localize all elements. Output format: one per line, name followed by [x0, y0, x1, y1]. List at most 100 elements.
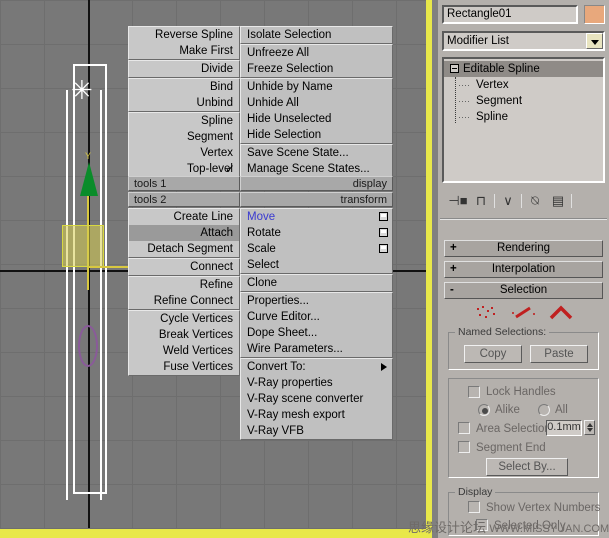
show-vertex-numbers-checkbox[interactable] — [468, 501, 480, 513]
show-end-result-icon[interactable]: ⊓ — [471, 192, 491, 210]
quad-menu-display-column[interactable]: Isolate Selection Unfreeze AllFreeze Sele… — [240, 26, 393, 178]
configure-modifier-sets-icon[interactable]: ▤ — [548, 192, 568, 210]
alike-radio[interactable] — [478, 404, 490, 416]
stack-item-vertex[interactable]: ····Vertex — [444, 77, 603, 93]
move-gizmo-arrow-y[interactable] — [80, 162, 98, 196]
quad-menu-item-move[interactable]: Move — [241, 209, 392, 225]
grid-line-horizontal — [0, 440, 432, 441]
quad-menu-item-label: Divide — [201, 63, 233, 75]
all-radio[interactable] — [538, 404, 550, 416]
selection-region-box — [62, 225, 104, 267]
quad-menu-item-unfreeze-all[interactable]: Unfreeze All — [241, 45, 392, 61]
area-selection-spinner[interactable] — [584, 420, 595, 435]
area-selection-checkbox[interactable] — [458, 422, 470, 434]
quad-menu-item-v-ray-mesh-export[interactable]: V-Ray mesh export — [241, 407, 392, 423]
quad-menu-item-unbind[interactable]: Unbind — [129, 95, 239, 111]
quad-menu-item-properties[interactable]: Properties... — [241, 293, 392, 309]
quad-menu-item-refine[interactable]: Refine — [129, 277, 239, 293]
copy-named-selection-button[interactable]: Copy — [464, 345, 522, 363]
settings-dialog-icon[interactable] — [379, 212, 388, 221]
quad-menu-item-top-level[interactable]: Top-level✓ — [129, 161, 239, 177]
quad-menu-item-break-vertices[interactable]: Break Vertices — [129, 327, 239, 343]
quad-menu-item-vertex[interactable]: Vertex — [129, 145, 239, 161]
quad-menu-transform-column[interactable]: MoveRotateScaleSelectCloneProperties...C… — [240, 208, 393, 440]
command-panel[interactable]: Rectangle01 Modifier List Editable Splin… — [438, 0, 609, 538]
quad-menu-item-hide-unselected[interactable]: Hide Unselected — [241, 111, 392, 127]
quad-menu-item-spline[interactable]: Spline — [129, 113, 239, 129]
quad-menu-item-label: V-Ray mesh export — [247, 409, 345, 421]
stack-item-segment[interactable]: ····Segment — [444, 93, 603, 109]
quad-menu-item-v-ray-vfb[interactable]: V-Ray VFB — [241, 423, 392, 439]
quad-menu-item-rotate[interactable]: Rotate — [241, 225, 392, 241]
modifier-list-dropdown[interactable]: Modifier List — [442, 31, 605, 51]
quad-menu-item-hide-selection[interactable]: Hide Selection — [241, 127, 392, 143]
quad-menu-item-fuse-vertices[interactable]: Fuse Vertices — [129, 359, 239, 375]
rollout-selection-toggle[interactable]: - — [450, 283, 454, 298]
rollout-rendering[interactable]: + Rendering — [444, 240, 603, 257]
quad-menu-item-make-first[interactable]: Make First — [129, 43, 239, 59]
remove-modifier-icon[interactable]: ⍉ — [525, 192, 545, 210]
quad-menu-item-scale[interactable]: Scale — [241, 241, 392, 257]
quad-menu-item-detach-segment[interactable]: Detach Segment — [129, 241, 239, 257]
quad-menu-item-reverse-spline[interactable]: Reverse Spline — [129, 27, 239, 43]
quad-menu-item-label: Convert To: — [247, 361, 306, 373]
chevron-right-icon — [381, 363, 387, 371]
quad-menu-item-segment[interactable]: Segment — [129, 129, 239, 145]
object-name-input[interactable]: Rectangle01 — [442, 5, 578, 24]
pin-stack-icon[interactable]: ⊣■ — [448, 192, 468, 210]
quad-menu-item-label: Break Vertices — [159, 329, 233, 341]
segment-end-checkbox[interactable] — [458, 441, 470, 453]
alike-label: Alike — [495, 404, 520, 417]
lock-handles-checkbox[interactable] — [468, 386, 480, 398]
quad-menu-tools1-column[interactable]: Reverse SplineMake First Divide BindUnbind… — [128, 26, 240, 178]
stack-item-spline[interactable]: ····Spline — [444, 109, 603, 125]
quad-menu-item-select[interactable]: Select — [241, 257, 392, 273]
collapse-icon[interactable] — [450, 64, 459, 73]
quad-menu-item-attach[interactable]: Attach — [129, 225, 239, 241]
settings-dialog-icon[interactable] — [379, 244, 388, 253]
paste-named-selection-button[interactable]: Paste — [530, 345, 588, 363]
quad-menu-tools2-column[interactable]: Create LineAttachDetach Segment Connect Re… — [128, 208, 240, 376]
quad-menu-item-weld-vertices[interactable]: Weld Vertices — [129, 343, 239, 359]
quad-menu-item-refine-connect[interactable]: Refine Connect — [129, 293, 239, 309]
rollout-selection[interactable]: - Selection — [444, 282, 603, 299]
object-color-swatch[interactable] — [584, 5, 605, 24]
spline-edge-left — [73, 64, 75, 494]
check-icon: ✓ — [225, 161, 235, 177]
rollout-interpolation-toggle[interactable]: + — [450, 262, 457, 277]
modifier-stack[interactable]: Editable Spline····Vertex····Segment····… — [442, 57, 605, 183]
quad-menu-item-isolate-selection[interactable]: Isolate Selection — [241, 27, 392, 43]
quad-menu-item-v-ray-properties[interactable]: V-Ray properties — [241, 375, 392, 391]
quad-menu-item-curve-editor[interactable]: Curve Editor... — [241, 309, 392, 325]
quad-menu-item-bind[interactable]: Bind — [129, 79, 239, 95]
stack-item-editable-spline[interactable]: Editable Spline — [444, 61, 603, 77]
subobject-level-buttons[interactable] — [444, 302, 603, 324]
make-unique-icon[interactable]: ∨ — [498, 192, 518, 210]
quad-menu-item-unhide-all[interactable]: Unhide All — [241, 95, 392, 111]
quad-menu-item-dope-sheet[interactable]: Dope Sheet... — [241, 325, 392, 341]
quad-menu-item-cycle-vertices[interactable]: Cycle Vertices — [129, 311, 239, 327]
quad-menu-item-create-line[interactable]: Create Line — [129, 209, 239, 225]
spline-subobject-icon[interactable] — [548, 304, 574, 322]
quad-menu-item-manage-scene-states[interactable]: Manage Scene States... — [241, 161, 392, 177]
select-by-button[interactable]: Select By... — [486, 458, 568, 476]
spline-edge-left-2 — [66, 90, 68, 500]
vertex-subobject-icon[interactable] — [474, 304, 500, 322]
quad-menu-item-wire-parameters[interactable]: Wire Parameters... — [241, 341, 392, 357]
chevron-down-icon[interactable] — [586, 33, 603, 49]
quad-menu-item-unhide-by-name[interactable]: Unhide by Name — [241, 79, 392, 95]
rollout-rendering-toggle[interactable]: + — [450, 241, 457, 256]
modifier-stack-toolbar[interactable]: ⊣■⊓ ∨ ⍉▤ — [442, 190, 605, 212]
segment-subobject-icon[interactable] — [511, 304, 537, 322]
rollout-interpolation[interactable]: + Interpolation — [444, 261, 603, 278]
settings-dialog-icon[interactable] — [379, 228, 388, 237]
quad-menu-item-freeze-selection[interactable]: Freeze Selection — [241, 61, 392, 77]
quad-menu-item-convert-to[interactable]: Convert To: — [241, 359, 392, 375]
quad-menu-item-save-scene-state[interactable]: Save Scene State... — [241, 145, 392, 161]
quad-menu-item-connect[interactable]: Connect — [129, 259, 239, 275]
quad-menu-item-v-ray-scene-converter[interactable]: V-Ray scene converter — [241, 391, 392, 407]
area-selection-value[interactable]: 0.1mm — [546, 420, 582, 436]
named-selections-label: Named Selections: — [455, 326, 549, 338]
quad-menu-item-clone[interactable]: Clone — [241, 275, 392, 291]
quad-menu-item-divide[interactable]: Divide — [129, 61, 239, 77]
